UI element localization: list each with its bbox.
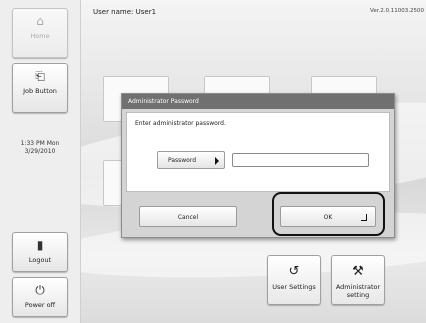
home-button[interactable]: ⌂ Home [12, 8, 68, 58]
logout-button[interactable]: ▮ Logout [12, 232, 68, 272]
user-settings-button[interactable]: ↺ User Settings [267, 255, 321, 305]
clock-time: 1:33 PM Mon [20, 140, 60, 147]
admin-tools-icon: ⚒ [352, 264, 364, 279]
job-button[interactable]: ⎗ Job Button [12, 63, 68, 113]
administrator-setting-label: Administrator setting [332, 283, 384, 299]
arrow-right-icon [215, 157, 219, 165]
password-button-label: Password [168, 157, 197, 164]
job-button-label: Job Button [23, 87, 57, 95]
version-label: Ver.2.0.11003.2500 [370, 8, 424, 14]
home-label: Home [30, 32, 50, 40]
clock-date: 3/29/2010 [24, 148, 56, 155]
password-input[interactable] [232, 153, 369, 167]
password-button[interactable]: Password [157, 151, 225, 169]
user-name: User name: User1 [93, 8, 157, 16]
sidebar: ⌂ Home ⎗ Job Button 1:33 PM Mon 3/29/201… [0, 0, 81, 323]
logout-label: Logout [28, 256, 52, 264]
user-settings-label: User Settings [272, 283, 316, 291]
enter-icon [361, 214, 367, 221]
dialog-body: Enter administrator password. Password [126, 112, 390, 192]
power-icon: ⏻ [35, 283, 45, 297]
ok-label: OK [323, 214, 333, 221]
administrator-setting-label-line2: setting [346, 291, 370, 299]
power-off-label: Power off [24, 301, 56, 309]
dialog-title: Administrator Password [122, 94, 394, 109]
home-icon: ⌂ [36, 14, 44, 28]
cancel-button[interactable]: Cancel [139, 206, 237, 227]
screen: ⌂ Home ⎗ Job Button 1:33 PM Mon 3/29/201… [0, 0, 426, 323]
job-icon: ⎗ [35, 69, 45, 83]
cancel-label: Cancel [177, 214, 199, 221]
administrator-setting-label-line1: Administrator [335, 283, 381, 291]
password-prompt: Enter administrator password. [135, 120, 226, 127]
administrator-setting-button[interactable]: ⚒ Administrator setting [331, 255, 385, 305]
user-settings-icon: ↺ [288, 264, 300, 279]
administrator-password-dialog: Administrator Password Enter administrat… [121, 93, 395, 238]
clock: 1:33 PM Mon 3/29/2010 [0, 140, 80, 156]
power-off-button[interactable]: ⏻ Power off [12, 277, 68, 317]
ok-button[interactable]: OK [280, 206, 376, 227]
logout-icon: ▮ [36, 238, 44, 252]
